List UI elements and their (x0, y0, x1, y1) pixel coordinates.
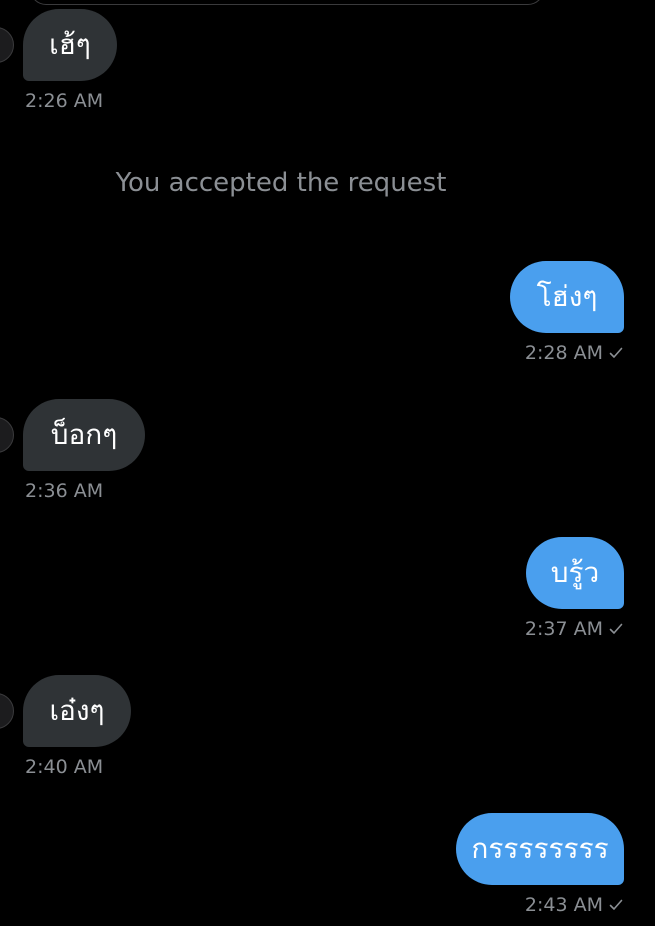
timestamp-text: 2:26 AM (25, 90, 104, 112)
check-icon (609, 347, 623, 358)
message-text: บ็อกๆ (50, 418, 118, 451)
incoming-message-bubble[interactable]: เอ๋งๆ (23, 675, 131, 747)
message-timestamp: 2:28 AM (525, 342, 623, 364)
timestamp-text: 2:43 AM (524, 894, 603, 916)
timestamp-text: 2:37 AM (524, 618, 603, 640)
message-text: บรู้ว (550, 556, 600, 589)
request-accepted-notice: You accepted the request (115, 168, 447, 198)
timestamp-text: 2:40 AM (25, 756, 104, 778)
check-icon (609, 623, 623, 634)
message-timestamp: 2:37 AM (525, 618, 623, 640)
incoming-message-bubble[interactable]: เฮ้ๆ (23, 9, 117, 81)
check-icon (609, 899, 623, 910)
timestamp-text: 2:28 AM (524, 342, 603, 364)
sender-avatar[interactable] (0, 693, 14, 729)
message-timestamp: 2:43 AM (525, 894, 623, 916)
timestamp-text: 2:36 AM (25, 480, 104, 502)
outgoing-message-bubble[interactable]: โฮ่งๆ (510, 261, 624, 333)
incoming-message-bubble[interactable]: บ็อกๆ (23, 399, 145, 471)
message-timestamp: 2:26 AM (25, 90, 103, 112)
sender-avatar[interactable] (0, 27, 14, 63)
message-text: กรรรรรรรร (471, 832, 609, 865)
message-text: เอ๋งๆ (49, 694, 105, 727)
message-text: โฮ่งๆ (536, 280, 598, 313)
sender-avatar[interactable] (0, 417, 14, 453)
previous-message-bubble-edge (30, 0, 544, 5)
outgoing-message-bubble[interactable]: กรรรรรรรร (456, 813, 624, 885)
message-text: เฮ้ๆ (49, 28, 91, 61)
message-timestamp: 2:40 AM (25, 756, 103, 778)
message-timestamp: 2:36 AM (25, 480, 103, 502)
outgoing-message-bubble[interactable]: บรู้ว (526, 537, 624, 609)
